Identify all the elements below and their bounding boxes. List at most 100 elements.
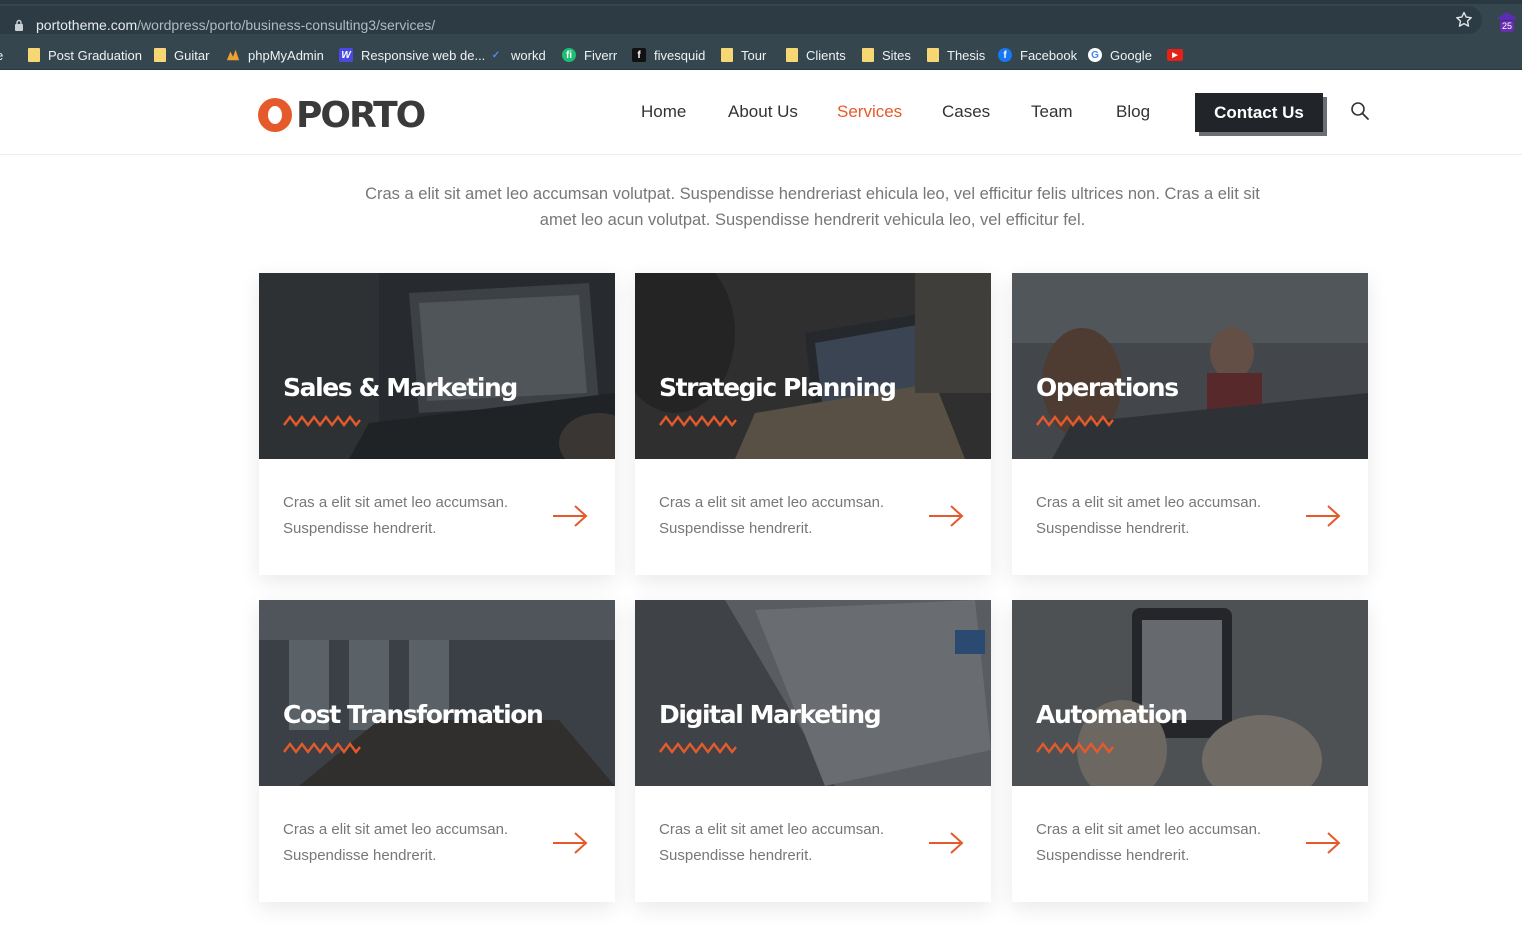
laptop-photo — [259, 273, 615, 459]
bookmark-tour[interactable]: Tour — [721, 44, 766, 66]
bookmark-label: Thesis — [947, 47, 986, 63]
service-text: Cras a elit sit amet leo accumsan. Suspe… — [659, 494, 885, 537]
fivesquid-icon: f — [632, 48, 646, 62]
nav-about-us[interactable]: About Us — [728, 102, 798, 122]
bookmark-label: Fiverr — [584, 47, 618, 63]
bookmark-workd[interactable]: ✓ workd — [489, 44, 546, 66]
extension-badge: 25 — [1500, 21, 1515, 32]
conference-room-photo — [259, 600, 615, 786]
bookmark-fivesquid[interactable]: f fivesquid — [632, 44, 705, 66]
service-card-strategic-planning[interactable]: Strategic Planning Cras a elit sit amet … — [635, 273, 991, 575]
contact-us-button[interactable]: Contact Us — [1195, 93, 1323, 132]
search-icon[interactable] — [1350, 101, 1370, 121]
service-card-operations[interactable]: Operations Cras a elit sit amet leo accu… — [1012, 273, 1368, 575]
bookmark-label: phpMyAdmin — [248, 47, 324, 63]
bookmark-fiverr[interactable]: fi Fiverr — [562, 44, 617, 66]
bookmark-responsive-web[interactable]: W Responsive web de... — [339, 44, 485, 66]
bookmark-label: workd — [511, 47, 546, 63]
url-path: /wordpress/porto/business-consulting3/se… — [137, 17, 436, 33]
service-title: Operations — [1036, 373, 1179, 402]
arrow-right-icon[interactable] — [1304, 830, 1342, 856]
service-image — [1012, 273, 1368, 459]
folder-icon — [786, 48, 798, 62]
service-title: Digital Marketing — [659, 700, 882, 729]
bookmark-phpmyadmin[interactable]: phpMyAdmin — [226, 44, 324, 66]
zigzag-icon — [1036, 415, 1114, 427]
bookmark-google[interactable]: G Google — [1088, 44, 1152, 66]
bookmark-post-graduation[interactable]: Post Graduation — [28, 44, 142, 66]
youtube-icon: ▶ — [1167, 49, 1183, 61]
logo[interactable]: PORTO — [258, 94, 426, 136]
bookmark-thesis[interactable]: Thesis — [927, 44, 985, 66]
office-team-photo — [1012, 273, 1368, 459]
phpmyadmin-icon — [226, 48, 240, 62]
bookmark-clients[interactable]: Clients — [786, 44, 846, 66]
arrow-right-icon[interactable] — [551, 830, 589, 856]
bookmark-label: fivesquid — [654, 47, 706, 63]
bookmark-star-icon[interactable] — [1454, 10, 1474, 30]
url-field[interactable]: portotheme.com/wordpress/porto/business-… — [0, 6, 1482, 34]
bookmark-label: Tour — [741, 47, 767, 63]
logo-mark-icon — [258, 98, 292, 132]
meeting-laptops-photo — [635, 273, 991, 459]
folder-icon — [28, 48, 40, 62]
folder-icon — [927, 48, 939, 62]
fiverr-icon: fi — [562, 48, 576, 62]
bookmark-label: Facebook — [1020, 47, 1078, 63]
zigzag-icon — [283, 742, 361, 754]
workd-icon: ✓ — [491, 49, 501, 61]
bookmark-label: Responsive web de... — [361, 47, 486, 63]
nav-services[interactable]: Services — [837, 102, 902, 122]
service-card-cost-transformation[interactable]: Cost Transformation Cras a elit sit amet… — [259, 600, 615, 902]
service-card-sales-marketing[interactable]: Sales & Marketing Cras a elit sit amet l… — [259, 273, 615, 575]
service-card-automation[interactable]: Automation Cras a elit sit amet leo accu… — [1012, 600, 1368, 902]
phone-screen-photo — [635, 600, 991, 786]
service-image — [635, 273, 991, 459]
service-text: Cras a elit sit amet leo accumsan. Suspe… — [1036, 821, 1262, 864]
zigzag-icon — [659, 415, 737, 427]
service-title: Automation — [1036, 700, 1188, 729]
service-image — [259, 600, 615, 786]
bookmark-partial[interactable]: e — [0, 44, 3, 66]
zigzag-icon — [1036, 742, 1114, 754]
bookmark-label: Clients — [806, 47, 846, 63]
arrow-right-icon[interactable] — [551, 503, 589, 529]
bookmark-label: Sites — [882, 47, 911, 63]
bookmark-label: Post Graduation — [48, 47, 142, 63]
arrow-right-icon[interactable] — [1304, 503, 1342, 529]
browser-address-bar: portotheme.com/wordpress/porto/business-… — [0, 0, 1522, 40]
zigzag-icon — [659, 742, 737, 754]
tab-strip-edge — [0, 0, 1522, 4]
bookmark-sites[interactable]: Sites — [862, 44, 911, 66]
service-card-digital-marketing[interactable]: Digital Marketing Cras a elit sit amet l… — [635, 600, 991, 902]
service-image — [259, 273, 615, 459]
logo-text: PORTO — [296, 94, 426, 136]
google-icon: G — [1088, 48, 1102, 62]
arrow-right-icon[interactable] — [927, 503, 965, 529]
service-text: Cras a elit sit amet leo accumsan. Suspe… — [283, 494, 509, 537]
nav-blog[interactable]: Blog — [1116, 102, 1150, 122]
site-header: PORTO Home About Us Services Cases Team … — [0, 71, 1522, 155]
nav-home[interactable]: Home — [641, 102, 686, 122]
nav-team[interactable]: Team — [1031, 102, 1073, 122]
service-text: Cras a elit sit amet leo accumsan. Suspe… — [659, 821, 885, 864]
intro-text: Cras a elit sit amet leo accumsan volutp… — [365, 185, 1260, 229]
zigzag-icon — [283, 415, 361, 427]
bookmark-facebook[interactable]: f Facebook — [998, 44, 1077, 66]
folder-icon — [862, 48, 874, 62]
service-text: Cras a elit sit amet leo accumsan. Suspe… — [283, 821, 509, 864]
service-title: Strategic Planning — [659, 373, 897, 402]
w-icon: W — [339, 48, 353, 62]
facebook-icon: f — [998, 48, 1012, 62]
lock-icon — [15, 19, 23, 31]
url-host: portotheme.com — [36, 17, 138, 33]
nav-cases[interactable]: Cases — [942, 102, 990, 122]
url-text[interactable]: portotheme.com/wordpress/porto/business-… — [36, 17, 435, 33]
service-title: Cost Transformation — [283, 700, 544, 729]
bookmark-guitar[interactable]: Guitar — [154, 44, 209, 66]
bookmark-youtube[interactable]: ▶ — [1167, 44, 1191, 66]
arrow-right-icon[interactable] — [927, 830, 965, 856]
service-image — [635, 600, 991, 786]
folder-icon — [154, 48, 166, 62]
bookmark-label: Google — [1110, 47, 1152, 63]
